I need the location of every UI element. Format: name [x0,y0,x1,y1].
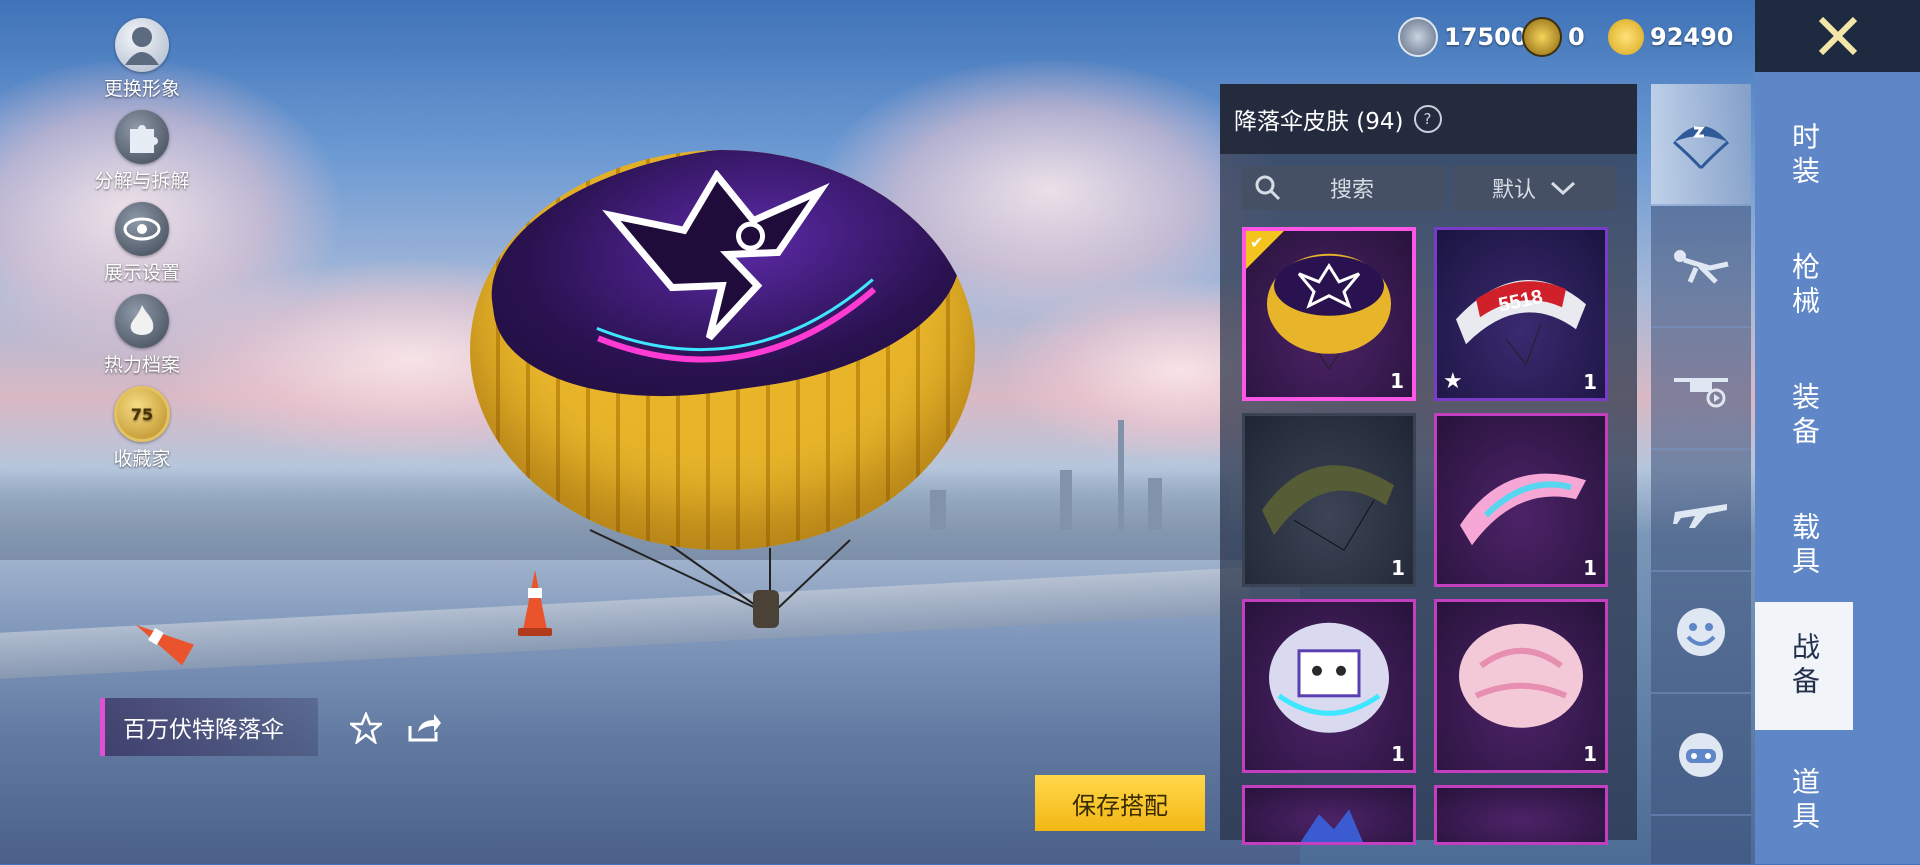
chevron-down-icon [1550,181,1576,195]
drone-icon [1674,378,1728,408]
parachute-thumbnail [1262,465,1394,551]
emote-icon [1677,608,1725,656]
search-input[interactable]: 搜索 [1242,166,1445,210]
skin-card[interactable]: 1 [1434,413,1608,587]
flame-icon [115,294,169,348]
skin-card-selected[interactable]: ✔ 1 [1242,227,1416,401]
puzzle-icon [115,110,169,164]
airplane-icon [1673,504,1727,528]
skin-count: 1 [1583,556,1597,580]
skyscraper [1060,470,1072,530]
collector-badge-icon: 75 [114,386,170,442]
tab-combat-prep[interactable]: 战备 [1755,602,1853,730]
tab-vehicles[interactable]: 载具 [1755,482,1853,610]
currency-uc[interactable]: 17500 [1398,14,1528,60]
category-emote[interactable] [1651,572,1751,694]
category-icon-column [1651,84,1751,864]
parachute-pack [753,590,779,628]
favorite-star-icon[interactable] [348,710,384,746]
uc-coin-icon [1398,17,1438,57]
starred-icon: ★ [1443,369,1463,394]
close-icon [1818,16,1857,56]
ag-coin-icon [1522,17,1562,57]
category-tabs: 时装 枪械 装备 载具 战备 道具 [1755,72,1920,864]
parachute-canopy [470,150,975,550]
change-avatar-label: 更换形象 [103,78,180,100]
item-name: 百万伏特降落伞 [123,717,284,743]
skydiver-icon [1674,250,1729,284]
skyscraper [1118,420,1124,530]
parachute-thumbnail [1300,809,1364,842]
eye-icon [115,202,169,256]
skin-count: 1 [1390,369,1404,393]
collector-button[interactable]: 75 收藏家 [82,386,202,478]
display-settings-label: 展示设置 [103,262,180,284]
skin-card[interactable]: 1 [1242,413,1416,587]
panel-header: 降落伞皮肤 (94) ? [1220,84,1637,154]
item-name-bar: 百万伏特降落伞 [100,698,318,756]
category-companion[interactable] [1651,694,1751,816]
search-icon [1255,175,1281,201]
parachute-model[interactable] [470,150,975,628]
skin-card[interactable] [1434,785,1608,845]
left-menu: 更换形象 分解与拆解 展示设置 热力档案 75 收藏家 [82,18,202,478]
change-avatar-button[interactable]: 更换形象 [82,18,202,110]
tab-gear[interactable]: 装备 [1755,352,1853,480]
skin-count: 1 [1583,370,1597,394]
item-actions [348,710,442,746]
search-placeholder: 搜索 [1330,178,1375,203]
close-button[interactable] [1755,0,1920,72]
skin-count: 1 [1391,742,1405,766]
help-icon[interactable]: ? [1413,105,1442,133]
ag-amount: 0 [1568,23,1585,51]
equipped-check-icon: ✔ [1246,231,1284,269]
skin-count: 1 [1583,742,1597,766]
bp-amount: 92490 [1650,23,1734,51]
currency-ag[interactable]: 0 [1522,14,1585,60]
parachute-icon [1673,126,1729,170]
parachute-thumbnail: 5518 [1456,280,1586,365]
skyscraper [1148,478,1162,530]
uc-amount: 17500 [1444,23,1528,51]
panel-title: 降落伞皮肤 (94) [1234,109,1404,135]
tab-outfit[interactable]: 时装 [1755,92,1853,220]
robot-icon [1679,733,1723,777]
parachute-skin-panel: 降落伞皮肤 (94) ? 搜索 默认 ✔ 1 5518 ★ 1 1 1 1 1 [1220,84,1637,845]
category-parachute[interactable] [1651,84,1751,206]
decompose-label: 分解与拆解 [94,170,190,192]
parachute-thumbnail [1460,473,1586,546]
parachute-thumbnail [1269,622,1389,733]
sort-label: 默认 [1491,178,1536,203]
display-settings-button[interactable]: 展示设置 [82,202,202,294]
heat-profile-label: 热力档案 [103,354,180,376]
category-drone[interactable] [1651,328,1751,450]
save-outfit-button[interactable]: 保存搭配 [1035,775,1205,831]
sort-dropdown[interactable]: 默认 [1453,166,1615,210]
tab-items[interactable]: 道具 [1755,737,1853,865]
currency-bp[interactable]: 92490 [1608,14,1734,60]
collector-level: 75 [130,404,154,424]
bp-coin-icon [1608,19,1644,55]
skin-card[interactable]: 1 [1242,599,1416,773]
category-skydive[interactable] [1651,206,1751,328]
skin-grid: ✔ 1 5518 ★ 1 1 1 1 1 [1242,227,1632,845]
search-row: 搜索 默认 [1242,166,1615,210]
avatar-icon [115,18,169,72]
skin-card[interactable]: 1 [1434,599,1608,773]
skin-card[interactable] [1242,785,1416,845]
lightning-smile-icon [596,169,877,363]
share-icon[interactable] [406,710,442,746]
heat-profile-button[interactable]: 热力档案 [82,294,202,386]
parachute-thumbnail [1459,623,1583,728]
decompose-button[interactable]: 分解与拆解 [82,110,202,202]
category-airplane[interactable] [1651,450,1751,572]
skin-count: 1 [1391,556,1405,580]
tab-weapons[interactable]: 枪械 [1755,222,1853,350]
collector-label: 收藏家 [113,448,171,470]
skin-card[interactable]: 5518 ★ 1 [1434,227,1608,401]
